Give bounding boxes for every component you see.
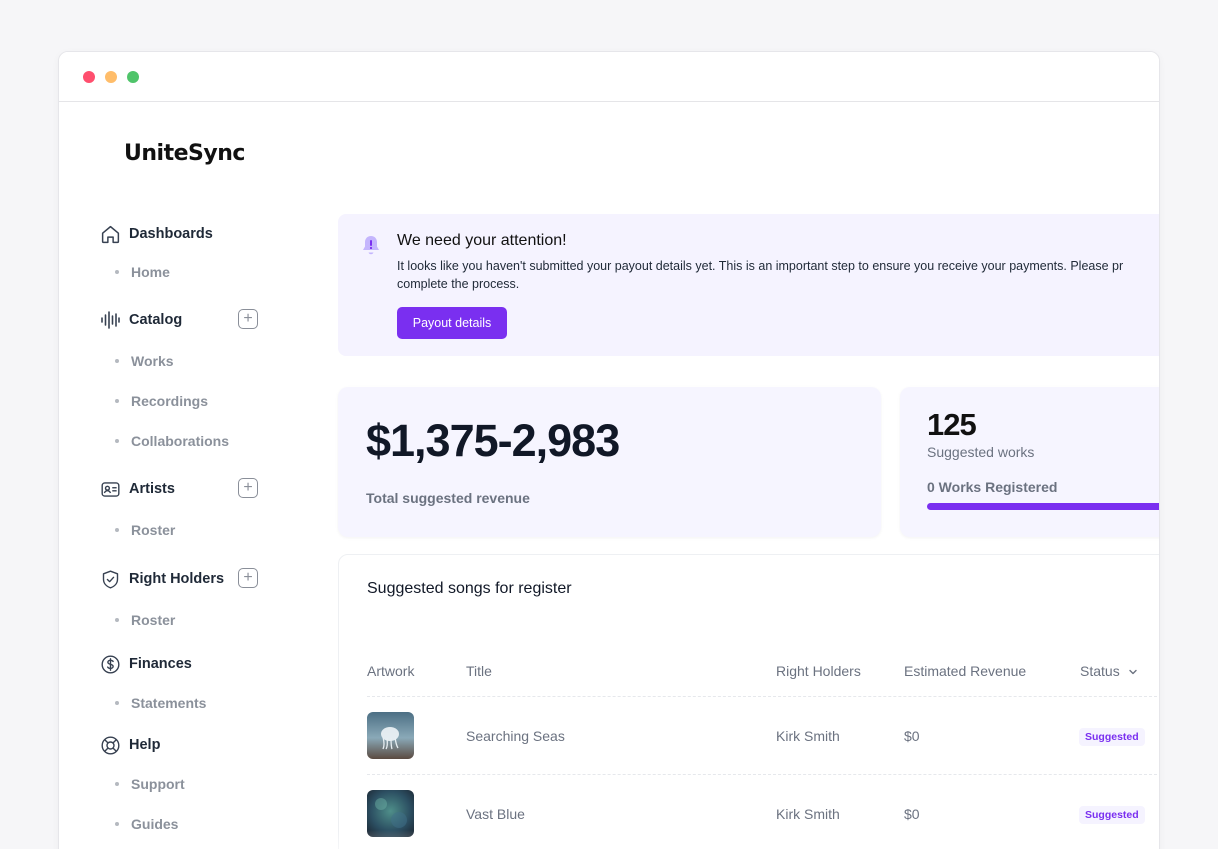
works-card: 125 Suggested works 0 Works Registered — [900, 387, 1159, 537]
brand-logo[interactable]: UniteSync — [124, 141, 245, 166]
nav-item-label: Roster — [131, 522, 176, 538]
nav-label: Artists — [129, 481, 175, 497]
nav-item-label: Statements — [131, 695, 207, 711]
bottom-fade — [59, 830, 1159, 849]
audio-wave-icon — [99, 309, 121, 331]
payout-details-button[interactable]: Payout details — [397, 307, 507, 339]
works-caption: Suggested works — [927, 444, 1035, 460]
nav-label: Finances — [129, 656, 192, 672]
shield-check-icon — [99, 568, 121, 590]
nav-group-artists: Artists + Roster — [99, 477, 258, 538]
app-window: UniteSync Dashboards Home Catalog + Work… — [58, 51, 1160, 849]
lifebuoy-icon — [99, 734, 121, 756]
add-artist-button[interactable]: + — [238, 478, 258, 498]
column-header-title[interactable]: Title — [466, 663, 492, 679]
table-title: Suggested songs for register — [367, 580, 572, 597]
suggested-songs-table: Suggested songs for register Artwork Tit… — [338, 554, 1159, 849]
nav-item-right-holders-roster[interactable]: Roster — [115, 612, 175, 628]
nav-group-right-holders: Right Holders + Roster — [99, 567, 258, 628]
nav-label: Catalog — [129, 312, 183, 328]
estimated-revenue: $0 — [904, 806, 920, 822]
alert-message-line: It looks like you haven't submitted your… — [397, 259, 1124, 273]
works-count: 125 — [927, 407, 977, 442]
bullet — [115, 439, 119, 443]
column-header-status[interactable]: Status — [1080, 663, 1138, 680]
status-badge: Suggested — [1079, 806, 1145, 824]
alert-title: We need your attention! — [397, 232, 567, 249]
nav-item-label: Support — [131, 776, 185, 792]
nav-label: Help — [129, 737, 161, 753]
artwork-thumbnail — [367, 712, 414, 759]
bullet — [115, 782, 119, 786]
add-catalog-button[interactable]: + — [238, 309, 258, 329]
nav-item-collaborations[interactable]: Collaborations — [115, 433, 229, 449]
nav-item-recordings[interactable]: Recordings — [115, 393, 208, 409]
revenue-caption: Total suggested revenue — [366, 490, 530, 506]
right-holders: Kirk Smith — [776, 806, 840, 822]
progress-fill — [927, 503, 1159, 510]
nav-label: Right Holders — [129, 571, 225, 587]
nav-artists[interactable]: Artists — [99, 477, 175, 501]
table-row[interactable]: Searching Seas Kirk Smith $0 Suggested — [367, 696, 1157, 774]
nav-dashboards[interactable]: Dashboards — [99, 222, 213, 246]
nav-group-catalog: Catalog + Works Recordings Collaboration… — [99, 308, 258, 449]
attention-alert: We need your attention! It looks like yo… — [338, 214, 1159, 356]
registered-caption: 0 Works Registered — [927, 479, 1058, 495]
nav-finances[interactable]: Finances — [99, 652, 192, 676]
bullet — [115, 618, 119, 622]
nav-label: Dashboards — [129, 226, 213, 242]
status-badge: Suggested — [1079, 728, 1145, 746]
nav-right-holders[interactable]: Right Holders — [99, 567, 224, 591]
home-icon — [99, 223, 121, 245]
nav-group-help: Help Support Guides — [99, 733, 185, 832]
nav-item-label: Collaborations — [131, 433, 230, 449]
nav-item-home[interactable]: Home — [115, 264, 170, 280]
column-header-estimated-revenue[interactable]: Estimated Revenue — [904, 663, 1026, 679]
song-title: Vast Blue — [466, 806, 525, 822]
right-holders: Kirk Smith — [776, 728, 840, 744]
nav-item-label: Works — [131, 353, 174, 369]
column-header-label: Status — [1080, 663, 1120, 679]
minimize-window-button[interactable] — [105, 71, 117, 83]
nav-item-statements[interactable]: Statements — [115, 695, 206, 711]
bell-icon — [360, 234, 382, 263]
bullet — [115, 701, 119, 705]
nav-item-works[interactable]: Works — [115, 353, 174, 369]
alert-message-line: complete the process. — [397, 277, 520, 291]
nav-help[interactable]: Help — [99, 733, 160, 757]
dollar-circle-icon — [99, 653, 121, 675]
nav-item-artists-roster[interactable]: Roster — [115, 522, 175, 538]
nav-item-support[interactable]: Support — [115, 776, 185, 792]
nav-group-dashboards: Dashboards Home — [99, 222, 213, 280]
revenue-card: $1,375-2,983 Total suggested revenue — [338, 387, 881, 537]
bullet — [115, 270, 119, 274]
maximize-window-button[interactable] — [127, 71, 139, 83]
bullet — [115, 528, 119, 532]
column-header-artwork: Artwork — [367, 663, 415, 679]
title-bar — [59, 52, 1159, 102]
nav-group-finances: Finances Statements — [99, 652, 206, 711]
revenue-value: $1,375-2,983 — [366, 415, 620, 466]
bullet — [115, 822, 119, 826]
registration-progress-bar — [927, 503, 1159, 510]
nav-catalog[interactable]: Catalog — [99, 308, 182, 332]
estimated-revenue: $0 — [904, 728, 920, 744]
column-header-right-holders[interactable]: Right Holders — [776, 663, 861, 679]
bullet — [115, 399, 119, 403]
chevron-down-icon — [1128, 664, 1138, 680]
bullet — [115, 359, 119, 363]
song-title: Searching Seas — [466, 728, 565, 744]
nav-item-label: Home — [131, 264, 170, 280]
nav-item-label: Recordings — [131, 393, 209, 409]
add-right-holder-button[interactable]: + — [238, 568, 258, 588]
close-window-button[interactable] — [83, 71, 95, 83]
alert-message: It looks like you haven't submitted your… — [397, 257, 1159, 293]
nav-item-label: Roster — [131, 612, 176, 628]
contact-card-icon — [99, 478, 121, 500]
